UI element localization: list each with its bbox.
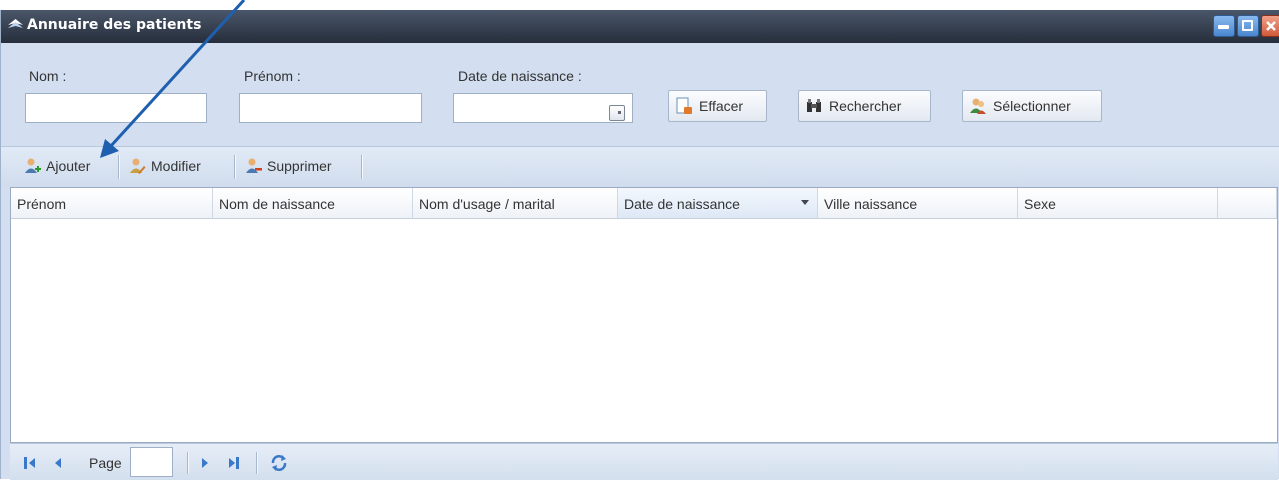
previous-page-icon[interactable]: [51, 455, 67, 471]
grid-header: Prénom Nom de naissance Nom d'usage / ma…: [11, 188, 1277, 219]
ajouter-label: Ajouter: [46, 158, 91, 174]
effacer-button[interactable]: Effacer: [668, 90, 767, 122]
maximize-icon: [1242, 20, 1253, 31]
supprimer-label: Supprimer: [267, 158, 332, 174]
last-page-icon[interactable]: [226, 455, 242, 471]
patient-directory-window: Annuaire des patients Nom : Prénom : Dat…: [0, 10, 1279, 480]
maximize-button[interactable]: [1237, 15, 1259, 37]
column-header-sexe[interactable]: Sexe: [1018, 188, 1218, 218]
selectionner-label: Sélectionner: [993, 98, 1071, 114]
column-header-ville-naissance[interactable]: Ville naissance: [818, 188, 1018, 218]
rechercher-label: Rechercher: [829, 98, 902, 114]
patients-grid: Prénom Nom de naissance Nom d'usage / ma…: [10, 187, 1278, 443]
toolbar-separator: [118, 155, 120, 179]
page-label: Page: [89, 455, 122, 471]
effacer-label: Effacer: [699, 98, 744, 114]
modifier-button[interactable]: Modifier: [128, 155, 201, 177]
pager-separator: [187, 452, 189, 474]
column-header-date-naissance-label: Date de naissance: [624, 196, 740, 212]
user-edit-icon: [130, 158, 146, 174]
close-button[interactable]: [1261, 15, 1279, 37]
selectionner-button[interactable]: Sélectionner: [962, 90, 1102, 122]
column-header-date-naissance[interactable]: Date de naissance: [618, 188, 818, 218]
window-title: Annuaire des patients: [27, 17, 202, 33]
user-add-icon: [25, 158, 41, 173]
column-header-empty: [1218, 188, 1277, 218]
ajouter-button[interactable]: Ajouter: [23, 155, 90, 177]
column-header-prenom[interactable]: Prénom: [11, 188, 213, 218]
eraser-icon: [676, 97, 692, 114]
paging-toolbar: Page: [10, 443, 1278, 480]
rechercher-button[interactable]: Rechercher: [798, 90, 931, 122]
calendar-picker-icon[interactable]: [609, 105, 625, 121]
date-naissance-input[interactable]: [453, 93, 633, 123]
column-header-nom-naissance[interactable]: Nom de naissance: [213, 188, 413, 218]
toolbar-separator: [361, 155, 363, 179]
minimize-button[interactable]: [1213, 15, 1235, 37]
user-delete-icon: [246, 158, 262, 173]
grid-body: [11, 219, 1277, 442]
prenom-input[interactable]: [239, 93, 422, 123]
column-menu-trigger-icon[interactable]: [801, 200, 809, 205]
binoculars-icon: [807, 99, 821, 112]
nom-label: Nom :: [29, 68, 67, 84]
refresh-icon[interactable]: [269, 453, 289, 473]
column-header-nom-usage[interactable]: Nom d'usage / marital: [413, 188, 618, 218]
pager-separator: [256, 452, 258, 474]
modifier-label: Modifier: [151, 158, 201, 174]
close-icon: [1266, 21, 1276, 31]
grid-toolbar: Ajouter Modifier Supprimer: [1, 146, 1279, 187]
toolbar-separator: [234, 155, 236, 179]
supprimer-button[interactable]: Supprimer: [244, 155, 332, 177]
page-number-input[interactable]: [130, 447, 173, 477]
nom-input[interactable]: [25, 93, 207, 123]
first-page-icon[interactable]: [22, 455, 38, 471]
next-page-icon[interactable]: [197, 455, 213, 471]
app-logo-icon: [8, 19, 23, 28]
date-naissance-label: Date de naissance :: [458, 68, 582, 84]
prenom-label: Prénom :: [244, 68, 301, 84]
title-bar[interactable]: Annuaire des patients: [1, 10, 1279, 43]
minimize-icon: [1218, 25, 1229, 29]
users-icon: [970, 98, 986, 114]
